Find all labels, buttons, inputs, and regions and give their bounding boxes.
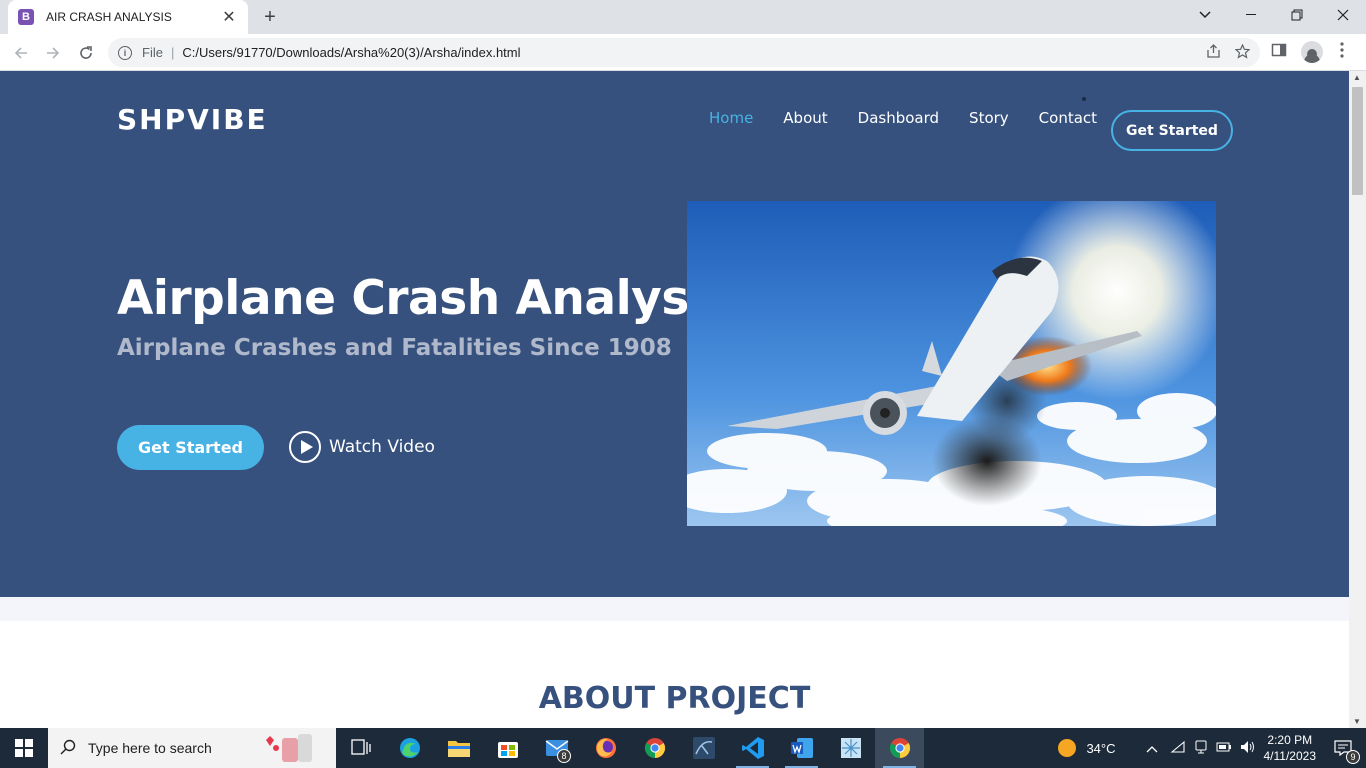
- system-tray: 34°C 2:20 PM 4/11/2023 9: [1058, 728, 1366, 768]
- hero-subtitle: Airplane Crashes and Fatalities Since 19…: [117, 335, 672, 361]
- windows-taskbar: Type here to search 8 34°C 2:20 PM 4/11/…: [0, 728, 1366, 768]
- battery-icon[interactable]: [1216, 741, 1232, 756]
- nav-about[interactable]: About: [783, 109, 827, 127]
- display-icon[interactable]: [1194, 740, 1208, 757]
- search-placeholder: Type here to search: [88, 740, 212, 756]
- word-icon[interactable]: [777, 728, 826, 768]
- microsoft-store-icon[interactable]: [483, 728, 532, 768]
- chrome-icon[interactable]: [630, 728, 679, 768]
- kebab-menu-icon[interactable]: [1340, 42, 1344, 63]
- taskbar-search-box[interactable]: Type here to search: [48, 728, 336, 768]
- page-scrollbar[interactable]: ▲ ▼: [1349, 71, 1366, 728]
- nav-dashboard[interactable]: Dashboard: [858, 109, 939, 127]
- side-panel-icon[interactable]: [1271, 42, 1287, 63]
- url-separator: |: [170, 45, 175, 60]
- mail-badge: 8: [557, 749, 571, 763]
- hero-get-started-button[interactable]: Get Started: [117, 425, 264, 470]
- tab-search-chevron-icon[interactable]: [1182, 0, 1228, 30]
- network-icon[interactable]: [1169, 740, 1186, 757]
- taskbar-clock[interactable]: 2:20 PM 4/11/2023: [1264, 732, 1317, 764]
- firefox-icon[interactable]: [581, 728, 630, 768]
- nav-story[interactable]: Story: [969, 109, 1009, 127]
- notification-badge: 9: [1346, 750, 1360, 764]
- bookmark-star-icon[interactable]: [1234, 43, 1251, 62]
- chrome-active-icon[interactable]: [875, 728, 924, 768]
- site-logo[interactable]: SHPVIBE: [117, 103, 268, 136]
- edge-browser-icon[interactable]: [385, 728, 434, 768]
- weather-temperature[interactable]: 34°C: [1086, 741, 1115, 756]
- watch-video-button[interactable]: Watch Video: [289, 430, 435, 464]
- tab-close-icon[interactable]: ✕: [220, 7, 238, 27]
- close-window-button[interactable]: [1320, 0, 1366, 30]
- back-arrow-icon[interactable]: [8, 40, 34, 66]
- scroll-up-icon[interactable]: ▲: [1353, 73, 1361, 82]
- windows-start-icon[interactable]: [0, 728, 48, 768]
- weather-sun-icon[interactable]: [1058, 739, 1077, 757]
- section-divider: [0, 597, 1349, 621]
- watch-video-label: Watch Video: [329, 437, 435, 457]
- clock-date: 4/11/2023: [1263, 749, 1317, 763]
- play-icon: [289, 431, 321, 463]
- browser-tab[interactable]: B AIR CRASH ANALYSIS ✕: [8, 0, 248, 34]
- nav-home[interactable]: Home: [709, 109, 753, 127]
- mysql-workbench-icon[interactable]: [679, 728, 728, 768]
- reload-icon[interactable]: [73, 40, 99, 66]
- url-scheme-label: File: [142, 45, 163, 60]
- nav-get-started-button[interactable]: Get Started: [1111, 110, 1233, 151]
- vscode-icon[interactable]: [728, 728, 777, 768]
- main-nav: Home About Dashboard Story Contact: [709, 109, 1097, 127]
- about-section-title: ABOUT PROJECT: [538, 681, 811, 716]
- task-view-icon[interactable]: [336, 728, 385, 768]
- bootstrap-favicon-icon: B: [18, 9, 34, 25]
- clock-time: 2:20 PM: [1267, 733, 1313, 747]
- scrollbar-thumb[interactable]: [1352, 87, 1363, 195]
- search-highlight-luggage-icon: [266, 734, 312, 762]
- decorative-dot: [1082, 97, 1086, 101]
- minimize-button[interactable]: [1228, 0, 1274, 30]
- mail-icon[interactable]: 8: [532, 728, 581, 768]
- tab-title: AIR CRASH ANALYSIS: [46, 10, 172, 24]
- file-explorer-icon[interactable]: [434, 728, 483, 768]
- scroll-down-icon[interactable]: ▼: [1353, 717, 1361, 726]
- profile-avatar[interactable]: [1301, 41, 1323, 63]
- restore-button[interactable]: [1274, 0, 1320, 30]
- search-icon: [60, 739, 76, 758]
- site-info-icon[interactable]: i: [118, 45, 132, 60]
- address-bar[interactable]: i File | C:/Users/91770/Downloads/Arsha%…: [108, 38, 1260, 67]
- volume-icon[interactable]: [1240, 740, 1256, 757]
- nav-contact[interactable]: Contact: [1039, 109, 1097, 127]
- url-text[interactable]: C:/Users/91770/Downloads/Arsha%20(3)/Ars…: [182, 45, 520, 60]
- browser-toolbar: i File | C:/Users/91770/Downloads/Arsha%…: [0, 34, 1366, 71]
- page-viewport: SHPVIBE Home About Dashboard Story Conta…: [0, 71, 1349, 728]
- hero-airplane-image: [687, 201, 1216, 526]
- notification-center-icon[interactable]: 9: [1330, 735, 1360, 764]
- forward-arrow-icon[interactable]: [40, 40, 66, 66]
- share-icon[interactable]: [1206, 44, 1221, 62]
- show-hidden-icons-chevron-icon[interactable]: [1146, 741, 1158, 756]
- hero-section: SHPVIBE Home About Dashboard Story Conta…: [0, 71, 1349, 597]
- browser-tabstrip: B AIR CRASH ANALYSIS ✕ +: [0, 0, 1366, 34]
- new-tab-button[interactable]: +: [258, 5, 282, 29]
- hero-title: Airplane Crash Analysis: [117, 271, 732, 326]
- snipping-tool-icon[interactable]: [826, 728, 875, 768]
